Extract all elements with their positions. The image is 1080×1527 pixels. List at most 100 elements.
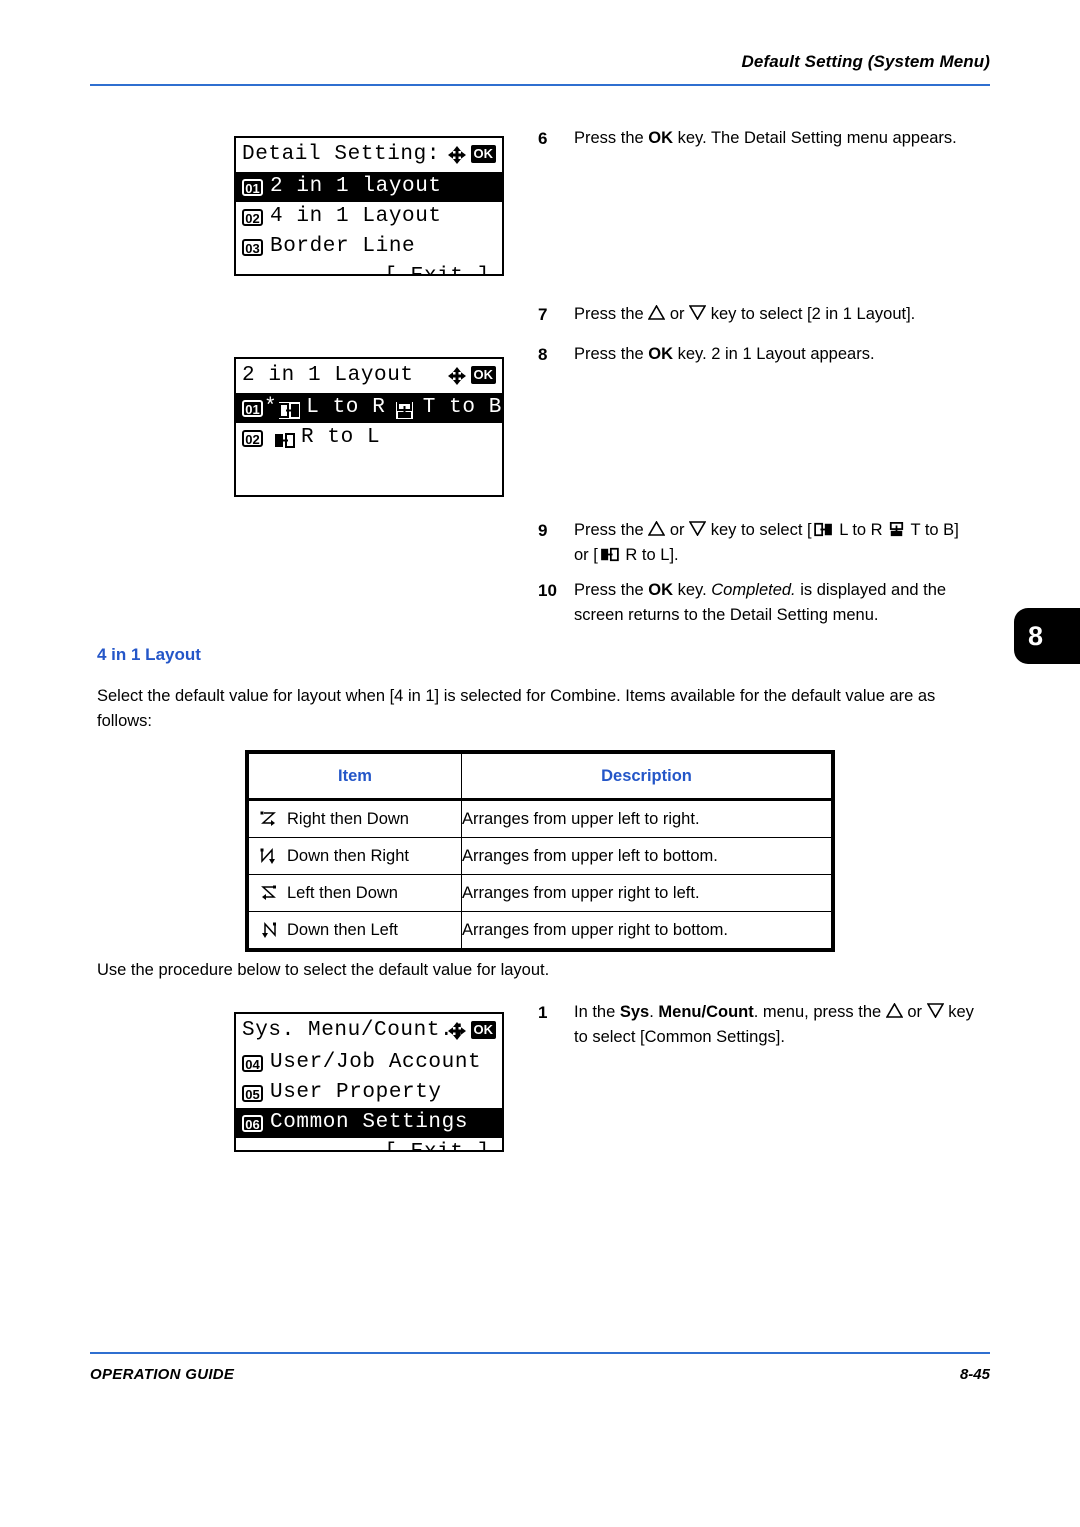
chapter-tab: 8 [1014, 608, 1080, 664]
table-cell-description: Arranges from upper left to right. [461, 799, 832, 838]
lcd-empty-row [236, 483, 502, 495]
layout-tb-icon [395, 400, 417, 419]
step-text-part: . menu, press the [753, 1003, 886, 1021]
footer-divider [90, 1352, 990, 1354]
lcd-two-in-one-layout: 2 in 1 Layout OK 01 * L to R T to B 02 R… [234, 357, 504, 497]
table-header-description: Description [461, 753, 832, 801]
lcd-row-label-a: L to R [306, 396, 386, 419]
step-text-part: key. [673, 581, 712, 599]
page-header: Default Setting (System Menu) [90, 52, 990, 92]
lcd-row-label: 2 in 1 layout [270, 175, 442, 198]
lcd-empty-row [236, 453, 502, 483]
lcd-row-item[interactable]: 05 User Property [236, 1078, 502, 1108]
table-row: Left then Down Arranges from upper right… [248, 874, 832, 912]
lcd-row-item[interactable]: 02 4 in 1 Layout [236, 202, 502, 232]
step-text-part: In the [574, 1003, 620, 1021]
step-text-part: or [665, 305, 690, 323]
table-row: Down then Right Arranges from upper left… [248, 837, 832, 875]
step-text-part: Press the [574, 581, 649, 599]
dpad-icon [447, 144, 467, 164]
step-text-part: Press the [574, 521, 649, 539]
step-1: 1 In the Sys. Menu/Count. menu, press th… [538, 1000, 988, 1050]
table-cell-item-label: Left then Down [287, 883, 398, 902]
lcd-row-item[interactable]: 01 2 in 1 layout [236, 172, 502, 202]
table-cell-item: Left then Down [248, 874, 462, 912]
table-header-item: Item [248, 753, 462, 801]
table-cell-description: Arranges from upper right to left. [461, 874, 832, 912]
lcd-detail-setting: Detail Setting: OK 01 2 in 1 layout 02 4… [234, 136, 504, 276]
step-text-part: key to select [ [706, 521, 812, 539]
procedure-lead-paragraph: Use the procedure below to select the de… [97, 961, 550, 979]
step-7: 7 Press the or key to select [2 in 1 Lay… [538, 302, 968, 327]
layout-rl-icon [600, 545, 619, 562]
ok-icon: OK [470, 145, 496, 163]
lcd-row-label: User/Job Account [270, 1051, 482, 1074]
lcd-row-item[interactable]: 04 User/Job Account [236, 1048, 502, 1078]
lcd-row-number: 02 [242, 429, 263, 447]
sys-label: Sys [619, 1003, 650, 1021]
lcd-sys-menu-count: Sys. Menu/Count.: OK 04 User/Job Account… [234, 1012, 504, 1152]
step-text-part: key to select [2 in 1 Layout]. [706, 305, 916, 323]
layout-tb-icon [889, 520, 904, 537]
triangle-down-icon [688, 305, 707, 323]
layout-rl-icon [274, 430, 295, 449]
lcd-row-label-b: T to B [422, 396, 502, 419]
lcd-row-label: 4 in 1 Layout [270, 205, 442, 228]
triangle-up-icon [885, 1002, 904, 1021]
lcd-row-label: Common Settings [270, 1111, 469, 1134]
lcd-row-item[interactable]: 06 Common Settings [236, 1108, 502, 1138]
section-intro-paragraph: Select the default value for layout when… [97, 687, 936, 730]
lcd-exit-button[interactable]: [ Exit ] [236, 262, 502, 274]
step-number: 6 [538, 129, 548, 148]
lcd-row-item[interactable]: 03 Border Line [236, 232, 502, 262]
table-row: Right then Down Arranges from upper left… [248, 799, 832, 838]
lcd-title-text: Detail Setting: [242, 143, 441, 166]
table-cell-item-label: Down then Right [287, 846, 409, 865]
step-10: 10 Press the OK key. Completed. is displ… [538, 578, 983, 628]
layout-lr-icon [813, 520, 833, 537]
step-text: Press the or key to select [2 in 1 Layou… [574, 302, 968, 327]
lcd-row-item[interactable]: 01 * L to R T to B [236, 393, 502, 423]
step-6: 6 Press the OK key. The Detail Setting m… [538, 126, 968, 151]
lcd-exit-button[interactable]: [ Exit ] [236, 1138, 502, 1150]
table-cell-item: Down then Right [248, 837, 462, 875]
triangle-down-icon [688, 521, 707, 539]
layout-options-table: Item Description Right then Down Arrange… [245, 750, 835, 952]
lcd-row-number: 02 [242, 208, 263, 226]
step-text: Press the or key to select [ L to R T to… [574, 518, 968, 568]
table-cell-item: Right then Down [248, 799, 462, 838]
ok-icon: OK [470, 366, 496, 384]
step-text-part: key. 2 in 1 Layout appears. [673, 345, 875, 363]
page-footer: OPERATION GUIDE 8-45 [90, 1352, 990, 1402]
triangle-up-icon [647, 304, 666, 323]
lcd-header-icons: OK [447, 1020, 496, 1040]
lcd-row-default-marker: * [264, 396, 278, 419]
lcd-row-item[interactable]: 02 R to L [236, 423, 502, 453]
lcd-row-number: 06 [242, 1114, 263, 1132]
ok-key-label: OK [648, 581, 674, 599]
step-9: 9 Press the or key to select [ L to R T … [538, 518, 968, 568]
step-text-part: or [902, 1003, 927, 1021]
table-row: Down then Left Arranges from upper right… [248, 911, 832, 949]
table-cell-description: Arranges from upper right to bottom. [461, 911, 832, 949]
completed-message: Completed. [711, 581, 796, 599]
dpad-icon [447, 1020, 467, 1040]
down-then-left-icon [259, 921, 278, 940]
table-header-row: Item Description [248, 753, 832, 801]
step-number: 10 [538, 581, 557, 600]
left-then-down-icon [259, 884, 278, 903]
lcd-row-label-a: R to L [301, 426, 381, 449]
step-text: Press the OK key. Completed. is displaye… [574, 578, 983, 628]
step-text-part: R to L]. [620, 546, 679, 564]
triangle-up-icon [647, 520, 666, 539]
ok-key-label: OK [648, 129, 674, 147]
table-cell-item-label: Down then Left [287, 920, 398, 939]
lcd-row-number: 01 [242, 399, 263, 417]
step-number: 8 [538, 345, 548, 364]
right-then-down-icon [259, 810, 278, 829]
page-header-title: Default Setting (System Menu) [741, 52, 990, 71]
step-8: 8 Press the OK key. 2 in 1 Layout appear… [538, 342, 968, 367]
step-text-part: L to R [834, 521, 888, 539]
table-cell-item-label: Right then Down [287, 809, 409, 828]
triangle-down-icon [926, 1003, 945, 1021]
